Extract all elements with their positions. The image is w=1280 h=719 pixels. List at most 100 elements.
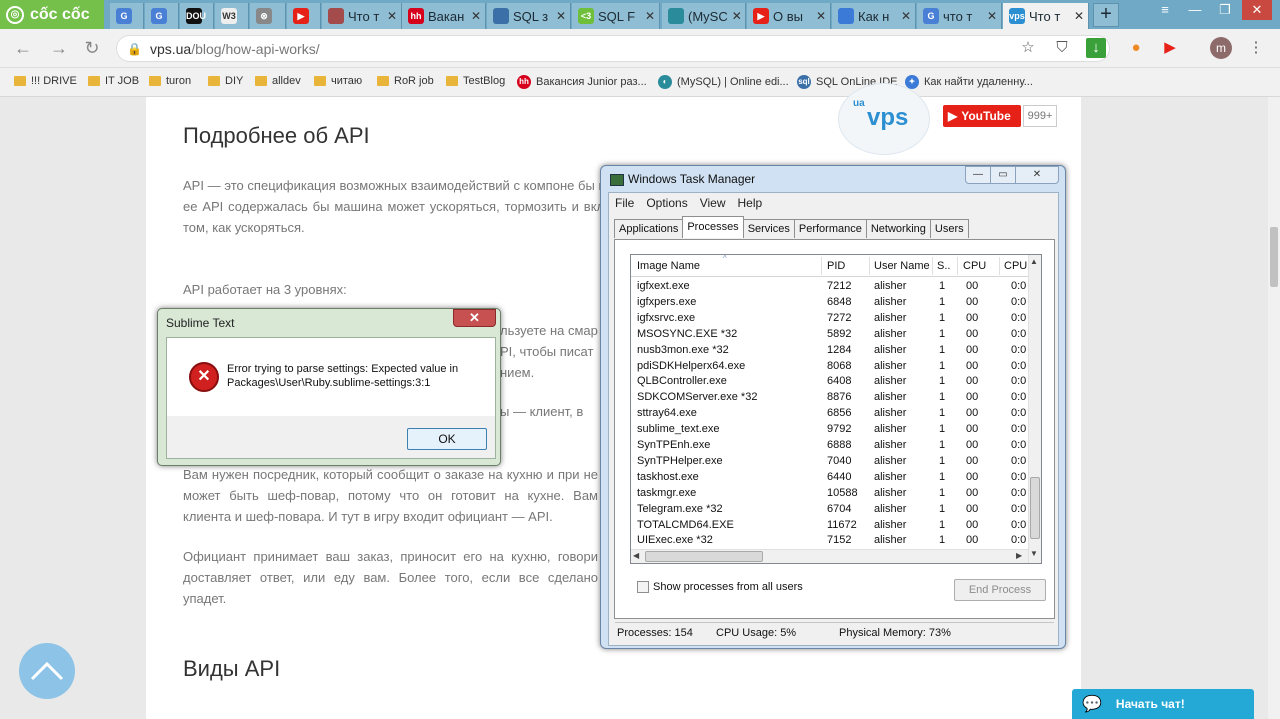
ok-button[interactable]: OK <box>407 428 487 450</box>
task-manager-window[interactable]: Windows Task Manager — ▭ ✕ File Options … <box>600 165 1066 649</box>
vps-logo[interactable]: vps ua <box>838 83 930 155</box>
process-row[interactable]: igfxext.exe 7212 alisher 1 00 0:0 <box>631 278 1029 294</box>
bookmark-folder[interactable]: TestBlog <box>446 75 505 87</box>
checkbox-box[interactable] <box>637 581 649 593</box>
tab-close-icon[interactable]: ✕ <box>645 9 655 23</box>
col-pid[interactable]: PID <box>827 260 845 272</box>
process-row[interactable]: sttray64.exe 6856 alisher 1 00 0:0 <box>631 405 1029 421</box>
process-list-hscroll[interactable]: ◀ ▶ <box>631 549 1028 563</box>
tab-users[interactable]: Users <box>929 219 969 238</box>
start-chat-button[interactable]: 💬 Начать чат! <box>1072 689 1254 719</box>
browser-tab[interactable]: DOU <box>180 3 214 29</box>
menu-options[interactable]: Options <box>646 196 687 210</box>
browser-tab[interactable]: ▶ О вы ✕ <box>747 3 831 29</box>
browser-tab[interactable]: (MySC ✕ <box>662 3 746 29</box>
browser-brand[interactable]: ◎ cốc cốc <box>0 0 104 29</box>
scroll-to-top-button[interactable] <box>19 643 75 699</box>
show-all-processes-checkbox[interactable]: Show processes from all users <box>637 581 803 593</box>
bookmark-link[interactable]: ◐ (MySQL) | Online edi... <box>658 75 789 89</box>
col-cpu-time[interactable]: CPU <box>1004 260 1027 272</box>
tab-networking[interactable]: Networking <box>865 219 931 238</box>
bookmark-folder[interactable]: alldev <box>255 75 301 87</box>
process-row[interactable]: igfxsrvc.exe 7272 alisher 1 00 0:0 <box>631 310 1029 326</box>
tab-close-icon[interactable]: ✕ <box>901 9 911 23</box>
scroll-left-icon[interactable]: ◀ <box>633 551 639 560</box>
browser-tab[interactable]: G <box>110 3 144 29</box>
tab-performance[interactable]: Performance <box>793 219 867 238</box>
page-scrollbar[interactable] <box>1268 97 1280 719</box>
browser-tab[interactable]: Gчто т ✕ <box>917 3 1002 29</box>
close-window-button[interactable]: ✕ <box>1242 0 1272 20</box>
youtube-subscribe-button[interactable]: ▶ YouTube <box>943 105 1021 127</box>
bookmark-star-icon[interactable]: ☆ <box>1018 38 1038 58</box>
tab-close-icon[interactable]: ✕ <box>556 9 566 23</box>
bookmark-folder[interactable]: DIY <box>208 75 243 87</box>
bookmark-link[interactable]: ✦ Как найти удаленну... <box>905 75 1033 89</box>
menu-help[interactable]: Help <box>738 196 763 210</box>
download-icon[interactable]: ↓ <box>1086 38 1106 58</box>
browser-tab[interactable]: Что т ✕ <box>322 3 402 29</box>
browser-tab[interactable]: ▶ <box>287 3 321 29</box>
menu-icon[interactable]: ≡ <box>1150 0 1180 20</box>
tab-close-icon[interactable]: ✕ <box>987 9 997 23</box>
browser-tab[interactable]: ⊗ <box>250 3 286 29</box>
tab-processes[interactable]: Processes <box>682 216 744 238</box>
bookmark-folder[interactable]: IT JOB <box>88 75 139 87</box>
scroll-right-icon[interactable]: ▶ <box>1016 551 1022 560</box>
menu-view[interactable]: View <box>700 196 726 210</box>
process-row[interactable]: taskhost.exe 6440 alisher 1 00 0:0 <box>631 469 1029 485</box>
scroll-down-icon[interactable]: ▼ <box>1030 549 1038 558</box>
hscroll-thumb[interactable] <box>645 551 763 562</box>
browser-tab[interactable]: G <box>145 3 179 29</box>
tab-close-icon[interactable]: ✕ <box>816 9 826 23</box>
process-row[interactable]: MSOSYNC.EXE *32 5892 alisher 1 00 0:0 <box>631 326 1029 342</box>
bookmark-folder[interactable]: !!! DRIVE <box>14 75 77 87</box>
restore-window-button[interactable]: ❐ <box>1210 0 1240 20</box>
col-user-name[interactable]: User Name <box>874 260 930 272</box>
browser-tab[interactable]: vps Что т ✕ <box>1003 3 1089 29</box>
browser-tab[interactable]: W3 <box>215 3 249 29</box>
bookmark-folder[interactable]: RoR job <box>377 75 434 87</box>
bookmark-folder[interactable]: turon <box>149 75 191 87</box>
more-menu-icon[interactable]: ⋮ <box>1246 38 1266 58</box>
dialog-close-button[interactable]: ✕ <box>453 309 496 327</box>
scroll-up-icon[interactable]: ▲ <box>1030 257 1038 266</box>
process-row[interactable]: SDKCOMServer.exe *32 8876 alisher 1 00 0:0 <box>631 389 1029 405</box>
process-row[interactable]: taskmgr.exe 10588 alisher 1 00 0:0 <box>631 485 1029 501</box>
minimize-button[interactable]: — <box>965 166 991 184</box>
tab-applications[interactable]: Applications <box>614 219 684 238</box>
maximize-button[interactable]: ▭ <box>990 166 1016 184</box>
process-row[interactable]: SynTPEnh.exe 6888 alisher 1 00 0:0 <box>631 437 1029 453</box>
minimize-window-button[interactable]: — <box>1180 0 1210 20</box>
tab-close-icon[interactable]: ✕ <box>471 9 481 23</box>
process-list[interactable]: Image Name ^ PID User Name S.. CPU CPU i… <box>630 254 1042 564</box>
process-row[interactable]: nusb3mon.exe *32 1284 alisher 1 00 0:0 <box>631 342 1029 358</box>
browser-tab[interactable]: Как н ✕ <box>832 3 916 29</box>
new-tab-button[interactable]: + <box>1093 3 1119 27</box>
process-row[interactable]: QLBController.exe 6408 alisher 1 00 0:0 <box>631 373 1029 389</box>
bookmark-link[interactable]: hh Вакансия Junior раз... <box>517 75 647 89</box>
end-process-button[interactable]: End Process <box>954 579 1046 601</box>
process-row[interactable]: igfxpers.exe 6848 alisher 1 00 0:0 <box>631 294 1029 310</box>
process-row[interactable]: UIExec.exe *32 7152 alisher 1 00 0:0 <box>631 532 1029 548</box>
process-row[interactable]: TOTALCMD64.EXE 11672 alisher 1 00 0:0 <box>631 517 1029 533</box>
profile-avatar[interactable]: m <box>1210 37 1232 59</box>
shield-icon[interactable]: ⛉ <box>1052 38 1072 58</box>
browser-tab[interactable]: SQL з ✕ <box>487 3 571 29</box>
tab-close-icon[interactable]: ✕ <box>387 9 397 23</box>
process-row[interactable]: pdiSDKHelperx64.exe 8068 alisher 1 00 0:0 <box>631 358 1029 374</box>
col-image-name[interactable]: Image Name <box>637 260 700 272</box>
page-scroll-thumb[interactable] <box>1270 227 1278 287</box>
back-arrow-icon[interactable]: ← <box>12 37 34 59</box>
col-session[interactable]: S.. <box>937 260 950 272</box>
forward-arrow-icon[interactable]: → <box>48 37 70 59</box>
process-row[interactable]: SynTPHelper.exe 7040 alisher 1 00 0:0 <box>631 453 1029 469</box>
tab-close-icon[interactable]: ✕ <box>732 9 742 23</box>
reload-icon[interactable]: ↻ <box>81 37 103 59</box>
tab-services[interactable]: Services <box>742 219 795 238</box>
browser-tab[interactable]: <3 SQL F ✕ <box>572 3 660 29</box>
extension-icon[interactable]: ● <box>1126 38 1146 58</box>
scroll-thumb[interactable] <box>1030 477 1040 539</box>
bookmark-folder[interactable]: читаю <box>314 75 362 87</box>
process-row[interactable]: sublime_text.exe 9792 alisher 1 00 0:0 <box>631 421 1029 437</box>
